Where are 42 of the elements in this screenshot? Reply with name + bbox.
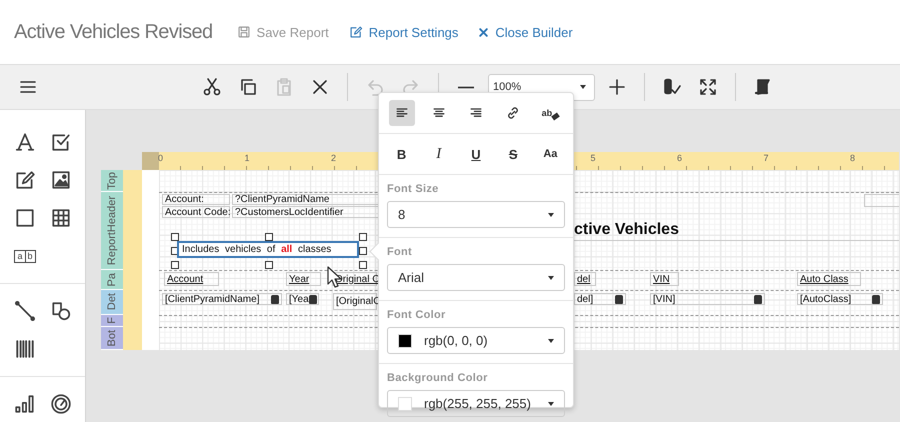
band-label[interactable]: ReportHeader [101, 192, 123, 270]
field-label: Font Size [387, 183, 440, 195]
column-header: Auto Class [797, 272, 861, 286]
ruler-number: 0 [158, 153, 164, 163]
band-label[interactable]: Det [101, 290, 123, 315]
band-label[interactable]: Top [101, 170, 123, 192]
ruler-number: 2 [331, 153, 336, 163]
strike-button[interactable]: S [500, 141, 526, 167]
column-header: del [574, 272, 596, 286]
case-button[interactable]: Aa [537, 141, 564, 167]
rich-text-tool[interactable]: a b [7, 237, 43, 275]
ruler-number: 1 [244, 153, 250, 163]
band-label[interactable]: Pa [101, 270, 123, 290]
ruler-number: 6 [677, 153, 682, 163]
report-label: Account Code: [162, 206, 230, 218]
report-title: Active Vehicles Revised [14, 20, 213, 44]
column-header: VIN [650, 272, 679, 286]
italic-button[interactable]: I [426, 141, 452, 167]
column-header: Year [286, 272, 321, 286]
dropdown-field[interactable]: rgb(255, 255, 255) [387, 390, 565, 417]
dropdown-field[interactable]: rgb(0, 0, 0) [387, 327, 565, 354]
dropdown-field[interactable]: Arial [387, 264, 565, 291]
underline-button[interactable]: U [462, 141, 489, 167]
ruler-number: 7 [764, 153, 769, 163]
ruler-number: 5 [590, 153, 596, 163]
field-label: Font [387, 246, 414, 258]
field-label: Background Color [387, 372, 489, 384]
report-label: [OriginalC [333, 293, 377, 310]
column-header: Account [164, 272, 219, 286]
spell-check-button[interactable]: ab [537, 100, 564, 126]
ruler-number: 8 [850, 153, 856, 163]
rich-text-icon: a b [14, 250, 36, 262]
settings-link[interactable]: Report Settings [348, 24, 458, 40]
report-label: Account: [162, 194, 230, 205]
rich-text[interactable]: Includes vehicles of all classes [177, 241, 359, 258]
field-label: Font Color [387, 309, 447, 321]
report-title: ctive Vehicles [574, 221, 899, 241]
band-label[interactable]: Bot [101, 327, 123, 350]
bold-button[interactable]: B [388, 141, 415, 167]
band-label[interactable]: F [101, 315, 123, 327]
dropdown-field[interactable]: 8 [387, 201, 565, 228]
close-link[interactable]: Close Builder [478, 24, 573, 40]
